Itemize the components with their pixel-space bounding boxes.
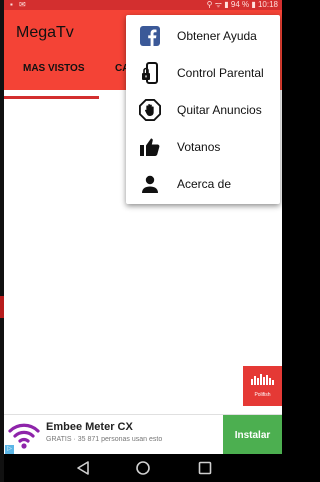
status-notification-icons: ▪ ✉: [10, 0, 28, 9]
install-button[interactable]: Instalar: [223, 415, 282, 455]
audio-wave-icon: [251, 374, 274, 385]
menu-item-obtener-ayuda[interactable]: Obtener Ayuda: [126, 17, 280, 54]
person-icon: [139, 173, 161, 195]
menu-item-votanos[interactable]: Votanos: [126, 128, 280, 165]
phone-lock-icon: [139, 62, 161, 84]
menu-item-label: Control Parental: [177, 66, 264, 80]
tab-mas-vistos[interactable]: MAS VISTOS: [23, 63, 85, 74]
recents-icon[interactable]: [197, 460, 213, 476]
menu-item-label: Votanos: [177, 140, 221, 154]
polifish-label: Polifish: [254, 392, 271, 398]
back-icon[interactable]: [75, 460, 91, 476]
menu-item-acerca-de[interactable]: Acerca de: [126, 165, 280, 202]
menu-item-label: Obtener Ayuda: [177, 29, 257, 43]
thumbs-up-icon: [139, 136, 161, 158]
status-system-info: ⚲ ᯤ ▮ 94 % ▮ 10:18: [206, 0, 278, 9]
menu-item-quitar-anuncios[interactable]: Quitar Anuncios: [126, 91, 280, 128]
app-title: MegaTv: [16, 24, 74, 41]
menu-item-label: Acerca de: [177, 177, 232, 191]
ad-info-icon[interactable]: ▷: [5, 445, 14, 454]
facebook-icon: [139, 25, 161, 47]
home-icon[interactable]: [135, 460, 151, 476]
ad-title: Embee Meter CX: [46, 421, 133, 433]
app-screen: ▪ ✉ ⚲ ᯤ ▮ 94 % ▮ 10:18 MegaTv MAS VISTOS…: [4, 0, 282, 482]
status-bar: ▪ ✉ ⚲ ᯤ ▮ 94 % ▮ 10:18: [4, 0, 282, 10]
ad-banner[interactable]: Embee Meter CX GRATIS · 35 871 personas …: [4, 414, 282, 455]
menu-item-label: Quitar Anuncios: [177, 103, 262, 117]
menu-item-control-parental[interactable]: Control Parental: [126, 54, 280, 91]
tab-indicator: [4, 96, 99, 99]
ad-subtitle: GRATIS · 35 871 personas usan esto: [46, 436, 163, 443]
overflow-menu: Obtener Ayuda Control Parental Quitar An…: [126, 15, 280, 204]
polifish-button[interactable]: Polifish: [243, 366, 282, 406]
navigation-bar: [4, 454, 282, 482]
stop-hand-icon: [139, 99, 161, 121]
